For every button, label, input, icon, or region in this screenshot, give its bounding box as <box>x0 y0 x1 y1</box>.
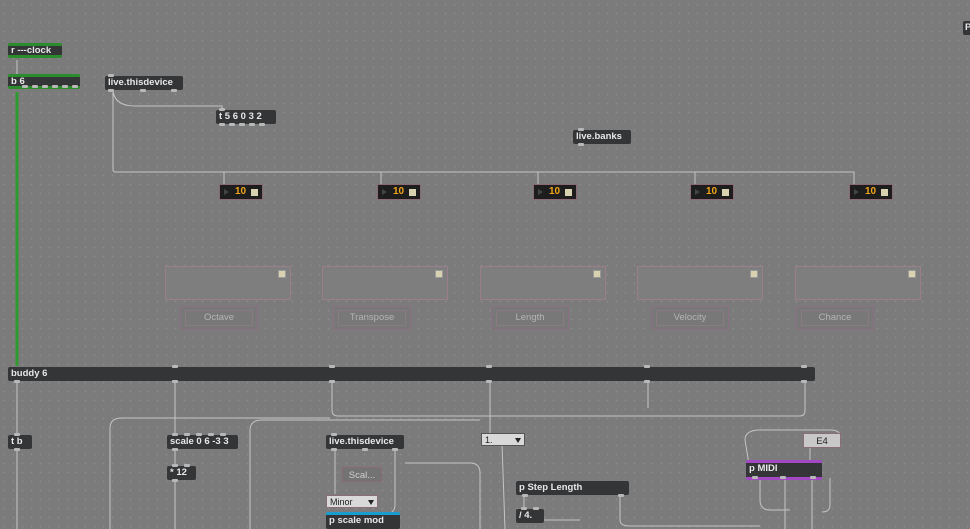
object-label: t b <box>11 436 23 447</box>
multislider-panel[interactable] <box>480 266 606 300</box>
number-box[interactable]: 10 <box>377 184 421 200</box>
param-chance[interactable]: Chance <box>796 306 874 330</box>
triangle-icon <box>382 189 387 195</box>
param-length[interactable]: Length <box>491 306 569 330</box>
triangle-icon <box>854 189 859 195</box>
square-icon <box>409 189 416 196</box>
divisor-menu[interactable]: 1. <box>481 433 525 446</box>
dropdown-arrow-icon <box>515 438 521 443</box>
square-icon <box>435 270 443 278</box>
note-message[interactable]: E4 <box>803 433 841 448</box>
multislider-panel[interactable] <box>322 266 448 300</box>
object-label: live.thisdevice <box>108 77 173 88</box>
scale-message[interactable]: Scal... <box>342 467 382 482</box>
receive-clock-object[interactable]: r ---clock <box>8 43 62 58</box>
param-label: Chance <box>801 310 869 326</box>
param-label: Transpose <box>338 310 406 326</box>
square-icon <box>593 270 601 278</box>
divide-object[interactable]: / 4. <box>516 507 544 523</box>
multislider-panel[interactable] <box>795 266 921 300</box>
number-value: 10 <box>393 186 405 197</box>
number-value: 10 <box>706 186 718 197</box>
multislider-panel[interactable] <box>165 266 291 300</box>
triangle-icon <box>224 189 229 195</box>
trigger-bang-object[interactable]: t b <box>8 433 32 451</box>
object-label: scale 0 6 -3 3 <box>170 436 229 447</box>
square-icon <box>750 270 758 278</box>
square-icon <box>565 189 572 196</box>
edge-object[interactable]: P <box>963 21 970 35</box>
object-label: p MIDI <box>749 463 778 474</box>
object-label: buddy 6 <box>11 368 48 379</box>
menu-value: 1. <box>485 435 493 445</box>
number-box[interactable]: 10 <box>533 184 577 200</box>
object-label: t 5 6 0 3 2 <box>219 111 262 122</box>
number-value: 10 <box>549 186 561 197</box>
bang-object[interactable]: b 6 <box>8 74 80 89</box>
number-box[interactable]: 10 <box>690 184 734 200</box>
param-label: Length <box>496 310 564 326</box>
param-transpose[interactable]: Transpose <box>333 306 411 330</box>
square-icon <box>722 189 729 196</box>
scale-type-menu[interactable]: Minor <box>326 495 378 508</box>
live-thisdevice-object[interactable]: live.thisdevice <box>326 433 404 451</box>
param-label: Velocity <box>656 310 724 326</box>
live-banks-object[interactable]: live.banks <box>573 128 631 146</box>
object-label: * 12 <box>170 467 187 478</box>
buddy-object[interactable]: buddy 6 <box>8 365 815 383</box>
live-thisdevice-object[interactable]: live.thisdevice <box>105 74 183 92</box>
triangle-icon <box>695 189 700 195</box>
scale-object[interactable]: scale 0 6 -3 3 <box>167 433 238 451</box>
multiply-object[interactable]: * 12 <box>167 464 196 482</box>
object-label: p Step Length <box>519 482 583 493</box>
dropdown-arrow-icon <box>368 500 374 505</box>
square-icon <box>278 270 286 278</box>
square-icon <box>881 189 888 196</box>
multislider-panel[interactable] <box>637 266 763 300</box>
menu-value: Minor <box>330 497 353 507</box>
object-label: p scale mod <box>329 515 384 526</box>
triangle-icon <box>538 189 543 195</box>
object-label: / 4. <box>519 510 533 521</box>
param-label: Octave <box>185 310 253 326</box>
square-icon <box>251 189 258 196</box>
param-velocity[interactable]: Velocity <box>651 306 729 330</box>
scale-mod-subpatch[interactable]: p scale mod <box>326 512 400 529</box>
step-length-subpatch[interactable]: p Step Length <box>516 481 629 497</box>
number-box[interactable]: 10 <box>219 184 263 200</box>
param-octave[interactable]: Octave <box>180 306 258 330</box>
object-label: live.banks <box>576 131 622 142</box>
object-label: P <box>965 22 970 33</box>
number-value: 10 <box>865 186 877 197</box>
trigger-object[interactable]: t 5 6 0 3 2 <box>216 108 276 126</box>
number-box[interactable]: 10 <box>849 184 893 200</box>
square-icon <box>908 270 916 278</box>
midi-subpatch[interactable]: p MIDI <box>746 460 822 480</box>
number-value: 10 <box>235 186 247 197</box>
object-label: live.thisdevice <box>329 436 394 447</box>
